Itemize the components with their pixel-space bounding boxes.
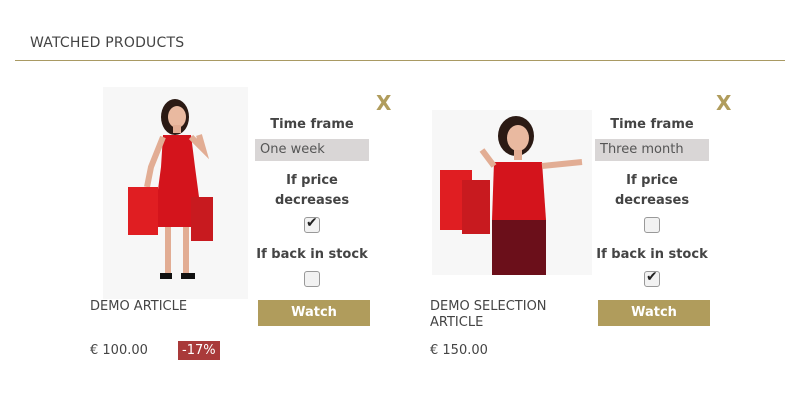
time-frame-select[interactable]: One week [255,139,369,161]
back-in-stock-checkbox[interactable] [304,271,320,287]
time-frame-select[interactable]: Three month [595,139,709,161]
price-decrease-checkbox[interactable]: ✔ [304,215,320,233]
product-photo [103,87,248,299]
product-image[interactable] [432,110,592,275]
product-image[interactable] [103,87,248,299]
product-card: X Time frame One week If price decreases… [90,85,450,375]
back-in-stock-checkbox[interactable]: ✔ [644,269,660,287]
time-frame-label: Time frame [610,117,694,132]
product-name[interactable]: DEMO ARTICLE [90,299,250,315]
watch-settings-panel: Time frame One week If price decreases ✔… [255,115,369,291]
product-price: € 100.00 [90,343,148,358]
watch-button[interactable]: Watch [258,300,370,326]
product-card: X Time frame Three month If price decrea… [430,85,790,375]
product-price: € 150.00 [430,343,488,358]
product-name[interactable]: DEMO SELECTION ARTICLE [430,299,590,331]
watch-button[interactable]: Watch [598,300,710,326]
watch-settings-panel: Time frame Three month If price decrease… [595,115,709,291]
back-in-stock-label: If back in stock [256,247,368,262]
remove-product-button[interactable]: X [716,91,731,115]
back-in-stock-label: If back in stock [596,247,708,262]
page-title: WATCHED PRODUCTS [30,35,185,51]
checkmark-icon: ✔ [646,269,658,285]
title-divider [15,60,785,61]
checkmark-icon: ✔ [306,215,318,231]
time-frame-label: Time frame [270,117,354,132]
price-decrease-label: If price decreases [274,173,350,208]
price-decrease-label: If price decreases [614,173,690,208]
remove-product-button[interactable]: X [376,91,391,115]
discount-badge: -17% [178,341,220,360]
product-photo [432,110,592,275]
price-decrease-checkbox[interactable] [644,217,660,233]
